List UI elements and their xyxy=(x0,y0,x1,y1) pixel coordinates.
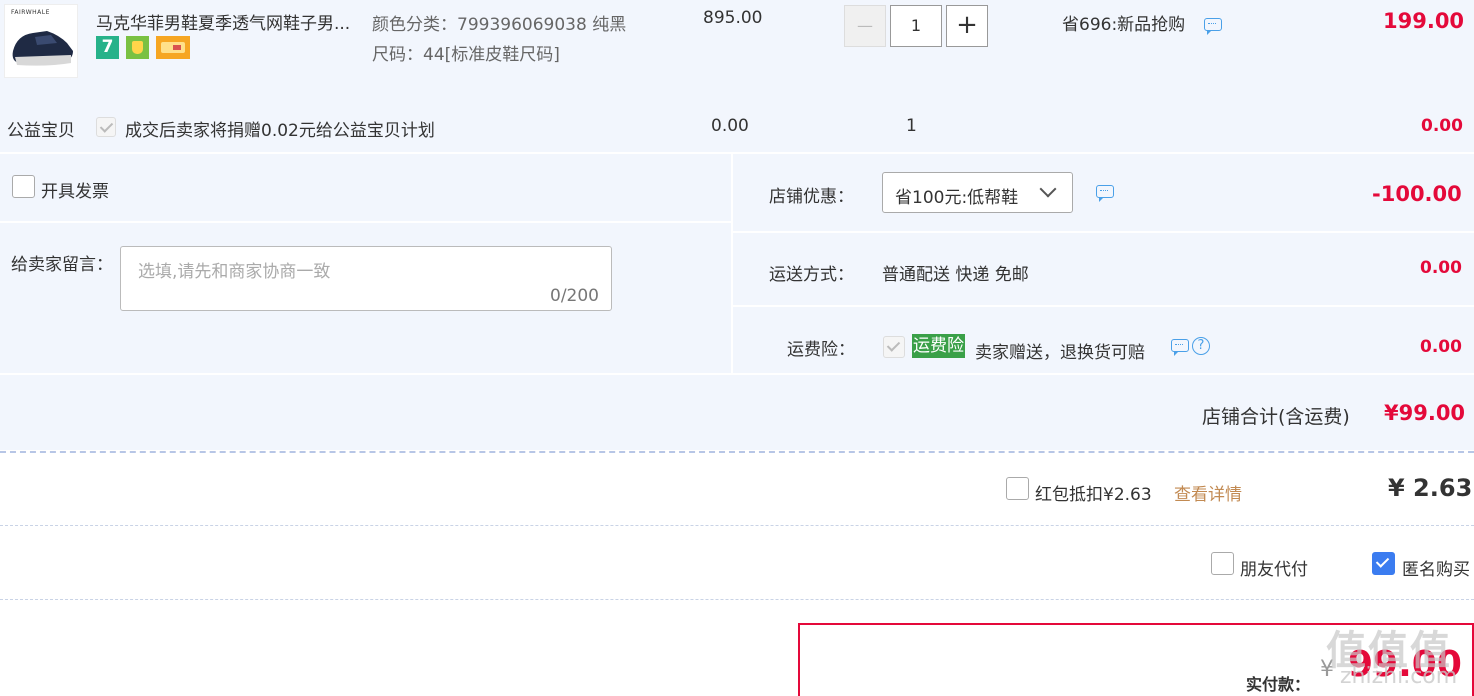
shop-total-label: 店铺合计(含运费) xyxy=(1202,406,1350,428)
insurance-label: 运费险： xyxy=(787,340,855,360)
charity-checkbox[interactable] xyxy=(96,117,116,137)
help-icon[interactable]: ? xyxy=(1192,337,1210,355)
sku-size: 尺码：44[标准皮鞋尺码] xyxy=(372,45,560,65)
android-shield-icon xyxy=(126,36,149,59)
insurance-checkbox[interactable] xyxy=(883,336,905,358)
charity-label: 公益宝贝 xyxy=(7,121,75,141)
redpacket-details-link[interactable]: 查看详情 xyxy=(1174,480,1242,505)
product-title[interactable]: 马克华菲男鞋夏季透气网鞋子男... xyxy=(96,9,350,34)
message-input[interactable]: 选填,请先和商家协商一致 0/200 xyxy=(120,246,612,311)
divider xyxy=(0,599,1474,600)
quantity-stepper: — 1 + xyxy=(844,5,988,47)
qty-plus-button[interactable]: + xyxy=(946,5,988,47)
shipping-label: 运送方式： xyxy=(769,265,854,285)
chat-icon[interactable] xyxy=(1171,339,1189,356)
panel-divider xyxy=(0,221,731,223)
friend-pay-checkbox[interactable] xyxy=(1211,552,1234,575)
panel-divider-vertical xyxy=(731,154,733,374)
divider xyxy=(0,525,1474,526)
panel-divider xyxy=(733,231,1474,233)
shipping-amount: 0.00 xyxy=(1420,258,1462,278)
redpacket-amount: ¥ 2.63 xyxy=(1388,474,1473,502)
panel-divider xyxy=(733,305,1474,307)
charity-price: 0.00 xyxy=(711,116,749,136)
item-subtotal: 199.00 xyxy=(1383,9,1465,33)
original-price: 895.00 xyxy=(703,8,763,28)
charity-qty: 1 xyxy=(906,116,917,136)
shipping-value: 普通配送 快递 免邮 xyxy=(882,265,1029,285)
anonymous-checkbox[interactable] xyxy=(1372,552,1395,575)
chat-icon[interactable] xyxy=(1096,185,1114,202)
shop-discount-amount: -100.00 xyxy=(1372,182,1462,206)
charity-total: 0.00 xyxy=(1421,116,1463,136)
invoice-checkbox[interactable] xyxy=(12,175,35,198)
insurance-amount: 0.00 xyxy=(1420,337,1462,357)
redpacket-checkbox[interactable] xyxy=(1006,477,1029,500)
shop-discount-label: 店铺优惠： xyxy=(769,187,854,207)
shop-total-amount: ¥99.00 xyxy=(1384,401,1466,425)
divider xyxy=(0,451,1474,453)
watermark-url: zhizhi.com xyxy=(1340,664,1458,689)
product-thumbnail[interactable]: FAIRWHALE xyxy=(4,4,78,78)
shop-discount-select[interactable]: 省100元:低帮鞋 xyxy=(882,172,1073,213)
qty-minus-button[interactable]: — xyxy=(844,5,886,47)
shop-discount-value: 省100元:低帮鞋 xyxy=(895,188,1019,208)
chevron-down-icon xyxy=(1039,180,1057,198)
friend-pay-label[interactable]: 朋友代付 xyxy=(1240,555,1308,580)
redpacket-label: 红包抵扣¥2.63 xyxy=(1035,485,1152,505)
message-placeholder: 选填,请先和商家协商一致 xyxy=(138,262,331,282)
brand-logo: FAIRWHALE xyxy=(11,9,50,16)
payment-label: 实付款： xyxy=(1246,675,1311,694)
invoice-label[interactable]: 开具发票 xyxy=(41,177,109,202)
message-counter: 0/200 xyxy=(550,286,599,306)
charity-desc: 成交后卖家将捐赠0.02元给公益宝贝计划 xyxy=(125,121,435,141)
shoe-icon xyxy=(12,31,74,66)
panel-divider xyxy=(0,373,1474,375)
seven-day-return-icon: 7 xyxy=(96,36,119,59)
insurance-tag: 运费险 xyxy=(912,334,965,358)
chat-icon[interactable] xyxy=(1204,18,1222,35)
sku-color: 颜色分类：799396069038 纯黑 xyxy=(372,15,627,35)
insurance-desc: 卖家赠送，退换货可赔 xyxy=(975,343,1145,363)
qty-input[interactable]: 1 xyxy=(890,5,942,47)
message-label: 给卖家留言： xyxy=(11,255,113,275)
promo-text: 省696:新品抢购 xyxy=(1062,15,1186,35)
anonymous-label[interactable]: 匿名购买 xyxy=(1402,555,1470,580)
card-icon xyxy=(156,36,190,59)
